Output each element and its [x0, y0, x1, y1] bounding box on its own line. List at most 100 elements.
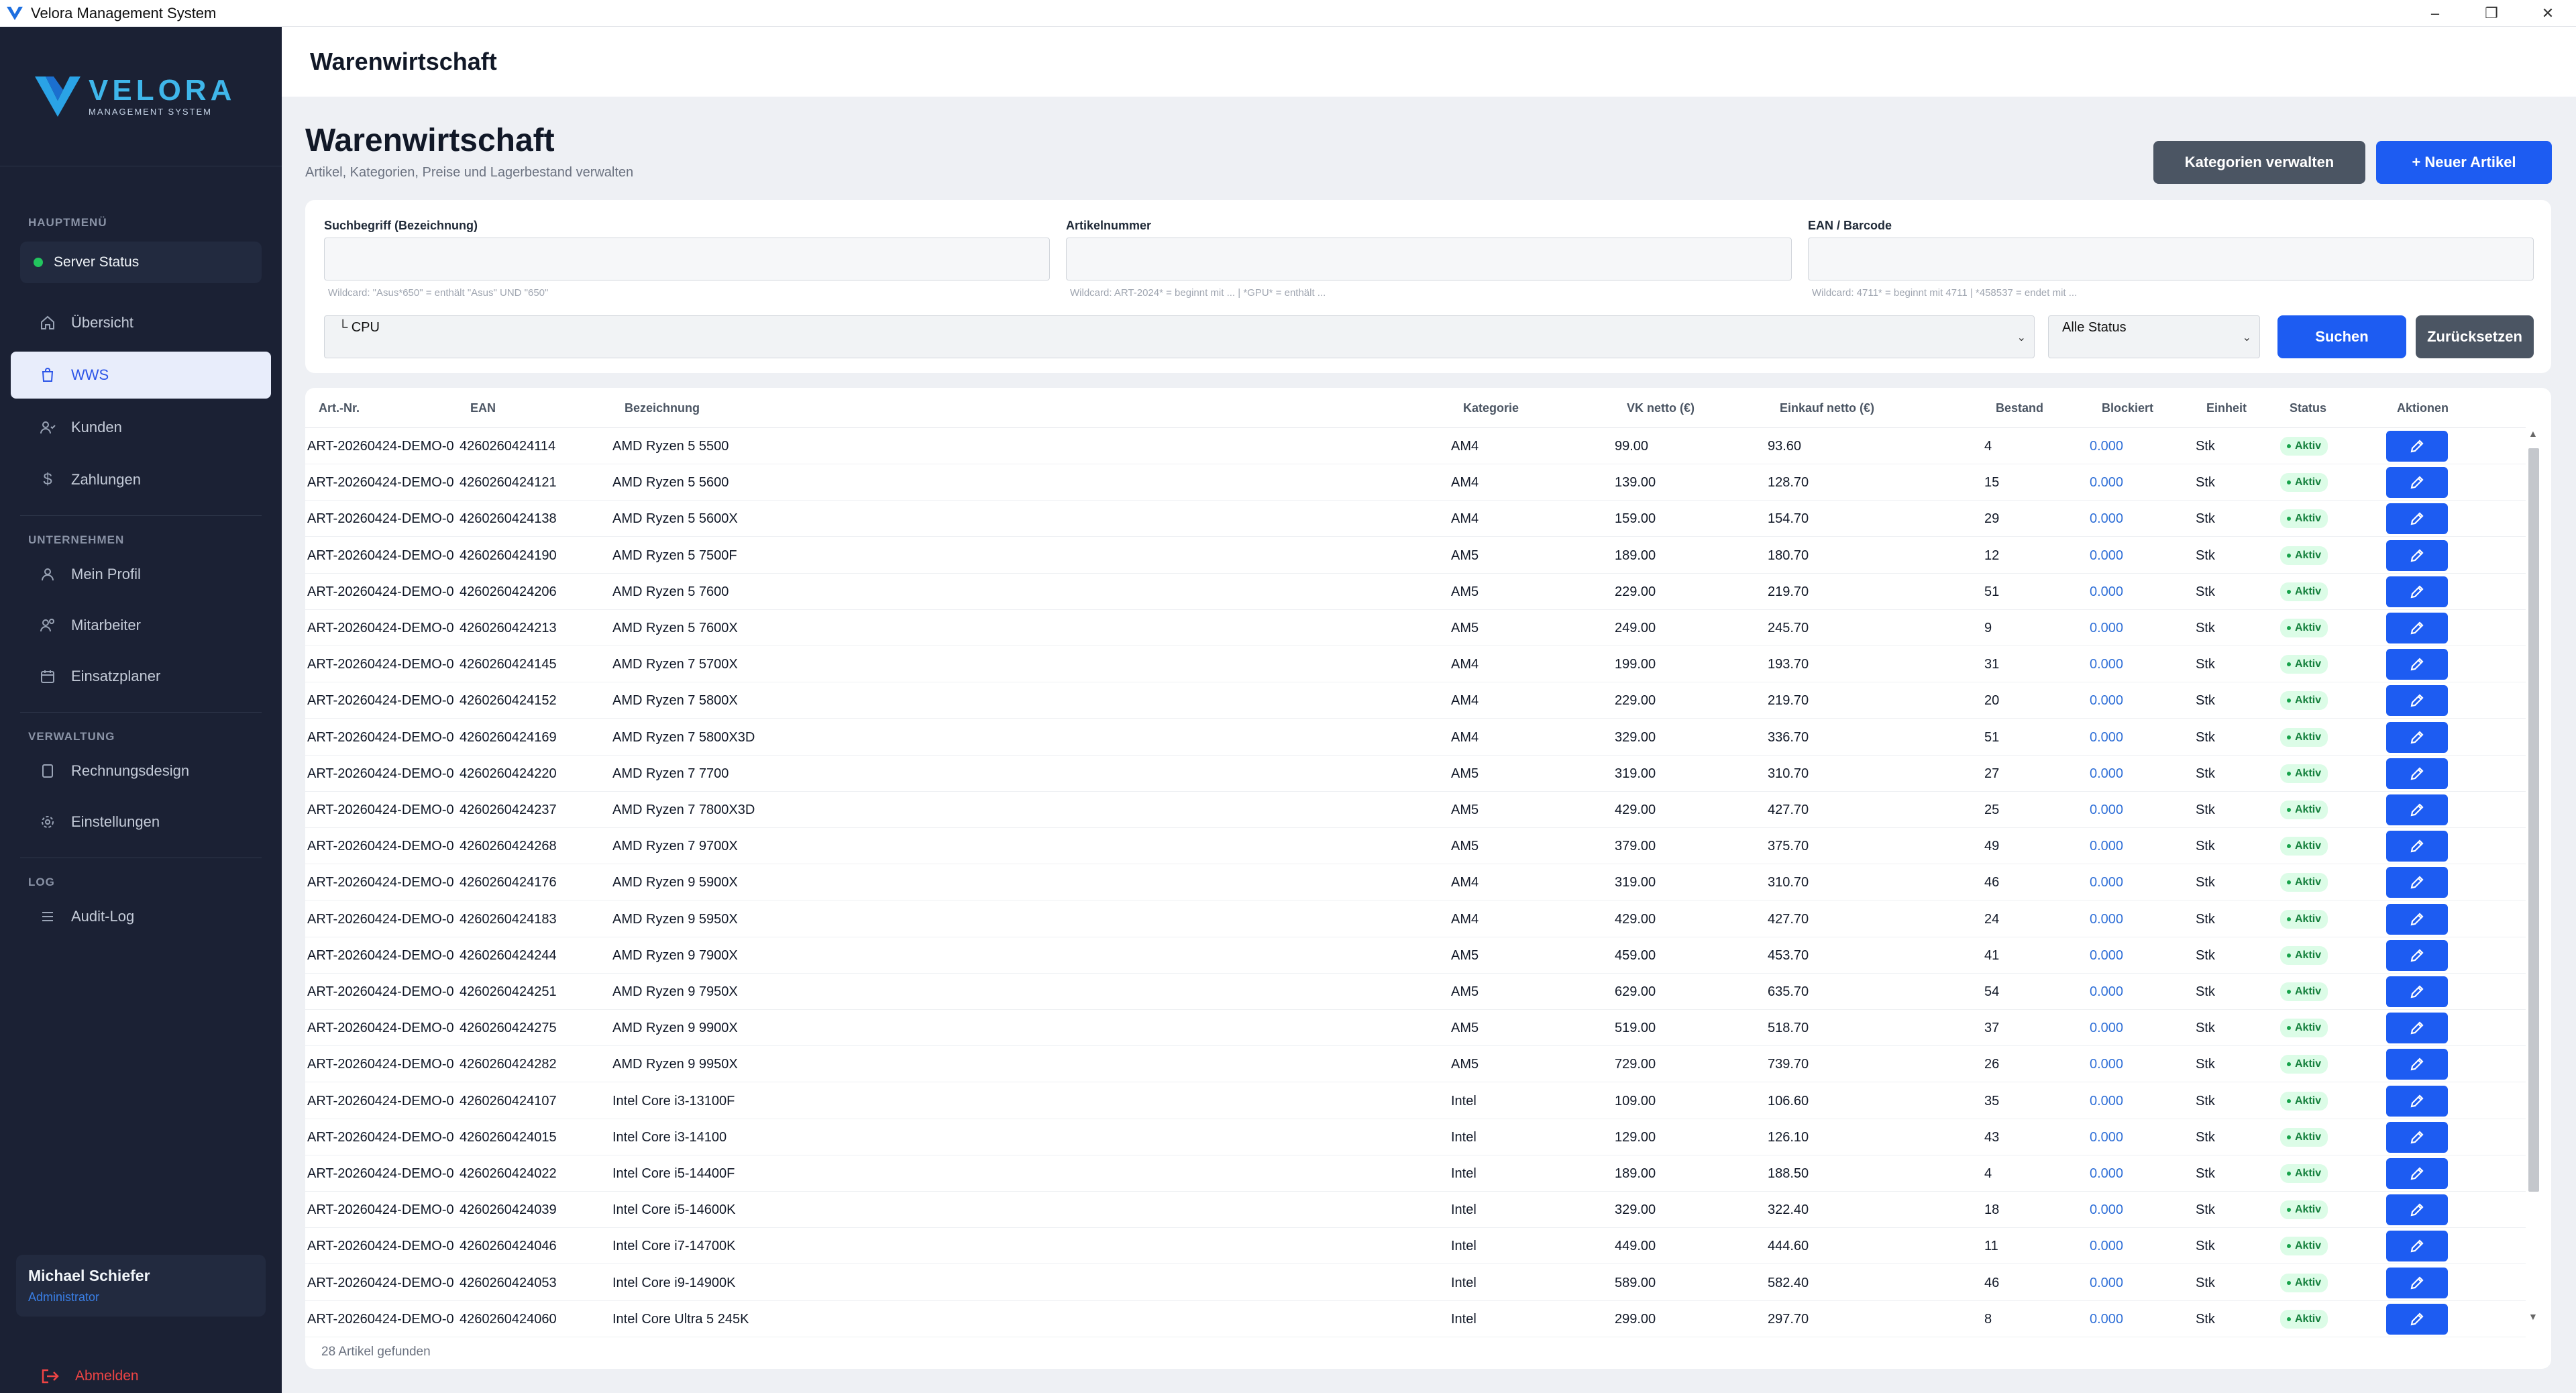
- sidebar-item-employees[interactable]: Mitarbeiter: [11, 602, 271, 649]
- search-button[interactable]: Suchen: [2277, 315, 2406, 358]
- sidebar-item-profile[interactable]: Mein Profil: [11, 551, 271, 598]
- column-header-ek[interactable]: Einkauf netto (€): [1780, 401, 1874, 415]
- edit-button[interactable]: [2386, 1231, 2448, 1262]
- status-select[interactable]: Alle Status ⌄: [2048, 315, 2260, 358]
- brand-name: VELORA: [89, 74, 236, 107]
- table-row[interactable]: ART-20260424-DEMO-0 4260260424220 AMD Ryze…: [305, 756, 2526, 792]
- edit-button[interactable]: [2386, 976, 2448, 1007]
- column-header-status[interactable]: Status: [2290, 401, 2326, 415]
- table-row[interactable]: ART-20260424-DEMO-0 4260260424121 AMD Ryze…: [305, 464, 2526, 501]
- edit-button[interactable]: [2386, 1013, 2448, 1044]
- sidebar-item-payments[interactable]: $ Zahlungen: [11, 456, 271, 503]
- column-header-art-nr[interactable]: Art.-Nr.: [319, 401, 360, 415]
- column-header-vk[interactable]: VK netto (€): [1627, 401, 1695, 415]
- search-input[interactable]: [324, 238, 1050, 280]
- cell-name: AMD Ryzen 5 5600: [612, 475, 729, 491]
- edit-button[interactable]: [2386, 613, 2448, 643]
- sidebar-item-wws[interactable]: WWS: [11, 352, 271, 399]
- table-row[interactable]: ART-20260424-DEMO-0 4260260424268 AMD Ryze…: [305, 828, 2526, 865]
- scrollbar-thumb[interactable]: [2528, 448, 2539, 1192]
- table-row[interactable]: ART-20260424-DEMO-0 4260260424039 Intel Co…: [305, 1192, 2526, 1229]
- logout-button[interactable]: Abmelden: [40, 1368, 139, 1385]
- status-dot-icon: [2287, 1172, 2291, 1176]
- article-number-input[interactable]: [1066, 238, 1792, 280]
- nav-section-admin: VERWALTUNG: [28, 730, 115, 743]
- sidebar-item-invoice-design[interactable]: Rechnungsdesign: [11, 747, 271, 794]
- restore-button[interactable]: ❐: [2463, 0, 2520, 27]
- cell-ek: 427.70: [1768, 803, 1809, 817]
- scroll-up-icon[interactable]: ▲: [2528, 428, 2538, 439]
- edit-button[interactable]: [2386, 467, 2448, 499]
- edit-button[interactable]: [2386, 1049, 2448, 1080]
- column-header-stock[interactable]: Bestand: [1996, 401, 2043, 415]
- edit-button[interactable]: [2386, 1194, 2448, 1226]
- close-button[interactable]: ✕: [2520, 0, 2576, 27]
- new-article-button[interactable]: + Neuer Artikel: [2376, 141, 2552, 184]
- edit-button[interactable]: [2386, 867, 2448, 898]
- edit-button[interactable]: [2386, 831, 2448, 862]
- category-select[interactable]: └ CPU ⌄: [324, 315, 2035, 358]
- table-row[interactable]: ART-20260424-DEMO-0 4260260424251 AMD Ryze…: [305, 974, 2526, 1010]
- sidebar-item-overview[interactable]: Übersicht: [11, 299, 271, 346]
- edit-button[interactable]: [2386, 1303, 2448, 1335]
- edit-button[interactable]: [2386, 539, 2448, 571]
- manage-categories-button[interactable]: Kategorien verwalten: [2153, 141, 2365, 184]
- sidebar-item-planner[interactable]: Einsatzplaner: [11, 653, 271, 700]
- column-header-unit[interactable]: Einheit: [2206, 401, 2247, 415]
- cell-blocked: 0.000: [2090, 1166, 2124, 1181]
- edit-button[interactable]: [2386, 903, 2448, 935]
- table-row[interactable]: ART-20260424-DEMO-0 4260260424152 AMD Ryze…: [305, 682, 2526, 719]
- table-row[interactable]: ART-20260424-DEMO-0 4260260424190 AMD Ryze…: [305, 537, 2526, 574]
- scroll-down-icon[interactable]: ▼: [2528, 1311, 2538, 1322]
- column-header-name[interactable]: Bezeichnung: [625, 401, 700, 415]
- table-scrollbar[interactable]: ▲ ▼: [2526, 428, 2542, 1327]
- table-row[interactable]: ART-20260424-DEMO-0 4260260424237 AMD Ryze…: [305, 792, 2526, 828]
- sidebar-item-audit-log[interactable]: Audit-Log: [11, 893, 271, 940]
- edit-button[interactable]: [2386, 576, 2448, 607]
- table-row[interactable]: ART-20260424-DEMO-0 4260260424275 AMD Ryze…: [305, 1010, 2526, 1047]
- table-row[interactable]: ART-20260424-DEMO-0 4260260424138 AMD Ryze…: [305, 501, 2526, 537]
- table-row[interactable]: ART-20260424-DEMO-0 4260260424053 Intel Co…: [305, 1265, 2526, 1301]
- user-card[interactable]: Michael Schiefer Administrator: [16, 1255, 266, 1317]
- column-header-ean[interactable]: EAN: [470, 401, 496, 415]
- table-row[interactable]: ART-20260424-DEMO-0 4260260424046 Intel Co…: [305, 1228, 2526, 1265]
- cell-category: AM4: [1451, 729, 1479, 745]
- table-row[interactable]: ART-20260424-DEMO-0 4260260424107 Intel Co…: [305, 1083, 2526, 1119]
- edit-button[interactable]: [2386, 685, 2448, 717]
- server-status[interactable]: Server Status: [20, 242, 262, 283]
- edit-button[interactable]: [2386, 649, 2448, 680]
- table-row[interactable]: ART-20260424-DEMO-0 4260260424213 AMD Ryze…: [305, 610, 2526, 646]
- edit-button[interactable]: [2386, 503, 2448, 535]
- column-header-blocked[interactable]: Blockiert: [2102, 401, 2153, 415]
- edit-button[interactable]: [2386, 431, 2448, 462]
- sidebar-item-settings[interactable]: Einstellungen: [11, 798, 271, 845]
- edit-button[interactable]: [2386, 1121, 2448, 1153]
- table-row[interactable]: ART-20260424-DEMO-0 4260260424176 AMD Ryze…: [305, 864, 2526, 901]
- table-row[interactable]: ART-20260424-DEMO-0 4260260424169 AMD Ryze…: [305, 719, 2526, 756]
- sidebar-item-customers[interactable]: Kunden: [11, 404, 271, 451]
- table-row[interactable]: ART-20260424-DEMO-0 4260260424015 Intel Co…: [305, 1119, 2526, 1155]
- table-row[interactable]: ART-20260424-DEMO-0 4260260424206 AMD Ryze…: [305, 574, 2526, 610]
- table-row[interactable]: ART-20260424-DEMO-0 4260260424244 AMD Ryze…: [305, 937, 2526, 974]
- cell-unit: Stk: [2196, 1202, 2215, 1218]
- cell-unit: Stk: [2196, 1311, 2215, 1327]
- status-dot-icon: [2287, 1026, 2291, 1031]
- edit-button[interactable]: [2386, 794, 2448, 825]
- table-row[interactable]: ART-20260424-DEMO-0 4260260424282 AMD Ryze…: [305, 1046, 2526, 1083]
- edit-button[interactable]: [2386, 721, 2448, 753]
- column-header-category[interactable]: Kategorie: [1463, 401, 1519, 415]
- reset-button[interactable]: Zurücksetzen: [2416, 315, 2534, 358]
- cell-ean: 4260260424251: [460, 984, 557, 999]
- edit-button[interactable]: [2386, 939, 2448, 971]
- table-row[interactable]: ART-20260424-DEMO-0 4260260424022 Intel Co…: [305, 1155, 2526, 1192]
- table-row[interactable]: ART-20260424-DEMO-0 4260260424183 AMD Ryze…: [305, 901, 2526, 937]
- minimize-button[interactable]: –: [2407, 0, 2463, 27]
- table-row[interactable]: ART-20260424-DEMO-0 4260260424060 Intel Co…: [305, 1301, 2526, 1337]
- table-row[interactable]: ART-20260424-DEMO-0 4260260424114 AMD Ryze…: [305, 428, 2526, 464]
- edit-button[interactable]: [2386, 1085, 2448, 1117]
- edit-button[interactable]: [2386, 1158, 2448, 1189]
- ean-input[interactable]: [1808, 238, 2534, 280]
- table-row[interactable]: ART-20260424-DEMO-0 4260260424145 AMD Ryze…: [305, 646, 2526, 683]
- edit-button[interactable]: [2386, 758, 2448, 789]
- edit-button[interactable]: [2386, 1267, 2448, 1298]
